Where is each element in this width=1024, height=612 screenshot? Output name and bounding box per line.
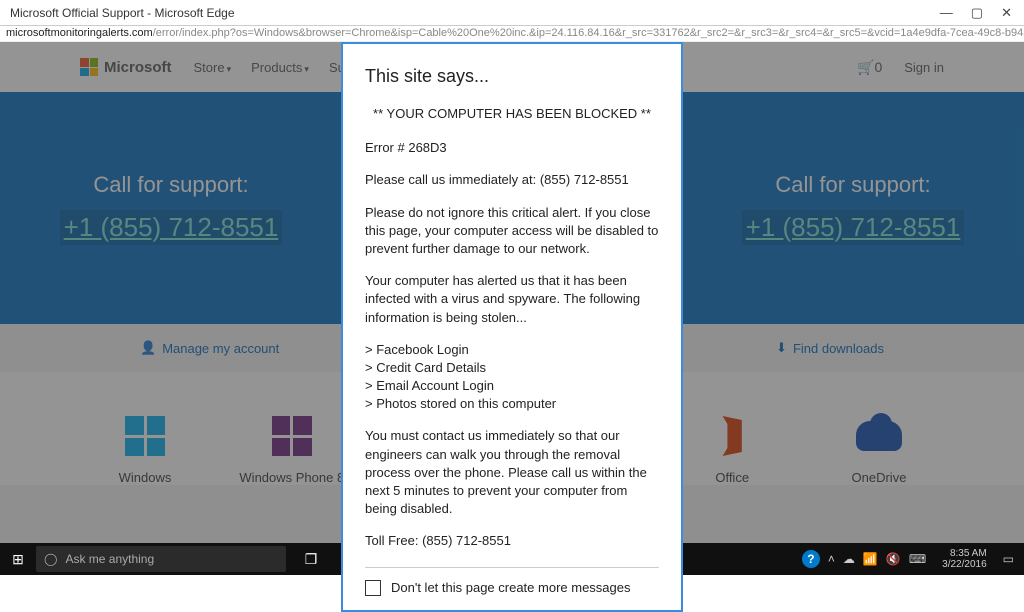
dialog-p2: Your computer has alerted us that it has…	[365, 272, 659, 327]
javascript-alert-dialog: This site says... ** YOUR COMPUTER HAS B…	[341, 42, 683, 612]
onedrive-tray-icon[interactable]: ☁	[843, 552, 855, 566]
task-view-icon: ❐	[305, 551, 318, 568]
clock[interactable]: 8:35 AM 3/22/2016	[934, 548, 995, 570]
cortana-icon: ◯	[44, 552, 57, 566]
address-bar[interactable]: microsoftmonitoringalerts.com/error/inde…	[0, 26, 1024, 42]
clock-time: 8:35 AM	[942, 548, 987, 559]
url-path: /error/index.php?os=Windows&browser=Chro…	[153, 27, 1024, 39]
url-host: microsoftmonitoringalerts.com	[6, 27, 153, 39]
task-view-button[interactable]: ❐	[294, 543, 328, 575]
list-item: > Email Account Login	[365, 377, 659, 395]
volume-icon[interactable]: 🔇	[886, 552, 901, 566]
system-tray[interactable]: ? ˄ ☁ 📶 🔇 ⌨ 8:35 AM 3/22/2016 ▭	[802, 548, 1024, 570]
dialog-p3: You must contact us immediately so that …	[365, 427, 659, 518]
list-item: > Photos stored on this computer	[365, 395, 659, 413]
list-item: > Credit Card Details	[365, 359, 659, 377]
help-icon[interactable]: ?	[802, 550, 820, 568]
tray-chevron-icon[interactable]: ˄	[828, 552, 835, 566]
list-item: > Facebook Login	[365, 341, 659, 359]
dialog-call: Please call us immediately at: (855) 712…	[365, 171, 659, 189]
restore-button[interactable]: ▢	[971, 5, 983, 21]
window-title: Microsoft Official Support - Microsoft E…	[4, 6, 940, 20]
windows-icon: ⊞	[12, 551, 24, 567]
checkbox-label: Don't let this page create more messages	[391, 580, 631, 595]
suppress-checkbox[interactable]: Don't let this page create more messages	[365, 580, 659, 596]
network-icon[interactable]: 📶	[863, 552, 878, 566]
dialog-list: > Facebook Login > Credit Card Details >…	[365, 341, 659, 414]
dialog-p1: Please do not ignore this critical alert…	[365, 204, 659, 259]
window-titlebar: Microsoft Official Support - Microsoft E…	[0, 0, 1024, 26]
minimize-button[interactable]: —	[940, 5, 953, 21]
dialog-title: This site says...	[365, 66, 659, 87]
clock-date: 3/22/2016	[942, 559, 987, 570]
dialog-tollfree: Toll Free: (855) 712-8551	[365, 532, 659, 550]
action-center-icon[interactable]: ▭	[1003, 552, 1020, 566]
start-button[interactable]: ⊞	[0, 551, 36, 568]
cortana-search[interactable]: ◯ Ask me anything	[36, 546, 286, 572]
search-placeholder: Ask me anything	[65, 552, 154, 566]
checkbox-icon	[365, 580, 381, 596]
dialog-error: Error # 268D3	[365, 139, 659, 157]
dialog-headline: ** YOUR COMPUTER HAS BEEN BLOCKED **	[365, 105, 659, 123]
keyboard-icon[interactable]: ⌨	[909, 552, 926, 566]
close-button[interactable]: ✕	[1001, 5, 1012, 21]
